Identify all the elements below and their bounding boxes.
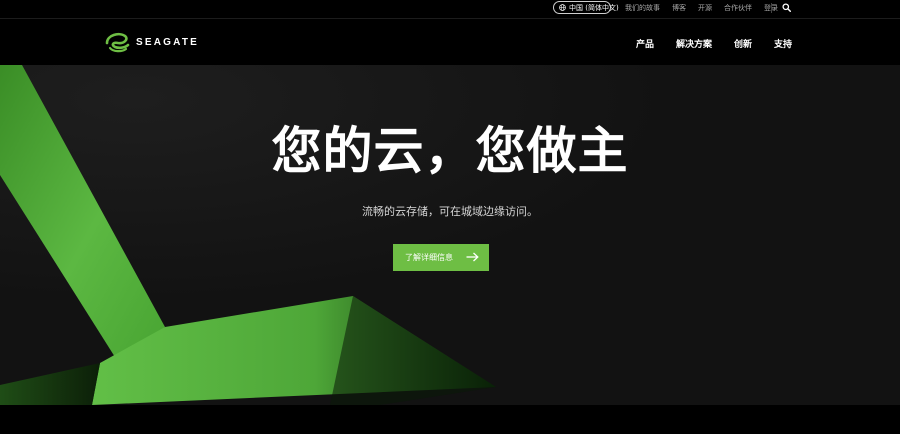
region-label: 中国 (简体中文) <box>569 3 619 12</box>
utility-divider <box>771 3 772 13</box>
footer-strip <box>0 405 900 434</box>
learn-more-label: 了解详细信息 <box>405 253 453 262</box>
util-link-partners[interactable]: 合作伙伴 <box>724 3 752 13</box>
region-selector[interactable]: 中国 (简体中文) <box>553 1 619 14</box>
arrow-right-icon <box>466 252 479 262</box>
globe-icon <box>559 4 566 11</box>
hero-subtitle: 流畅的云存储，可在城域边缘访问。 <box>362 205 538 218</box>
hero-graphic-arrow <box>0 65 900 405</box>
util-link-blog[interactable]: 博客 <box>672 3 686 13</box>
logo-wordmark: SEAGATE <box>136 36 199 48</box>
utility-links: 我们的故事 博客 开源 合作伙伴 登录 <box>625 0 790 15</box>
learn-more-button[interactable]: 了解详细信息 <box>393 244 489 271</box>
nav-item-solutions[interactable]: 解决方案 <box>676 37 712 50</box>
seagate-logo-icon <box>105 32 130 53</box>
search-icon[interactable] <box>782 3 791 12</box>
util-link-open-source[interactable]: 开源 <box>698 3 712 13</box>
util-link-our-story[interactable]: 我们的故事 <box>625 3 660 13</box>
seagate-logo[interactable]: SEAGATE <box>104 30 199 54</box>
hero-section: 您的云，您做主 流畅的云存储，可在城域边缘访问。 了解详细信息 <box>0 65 900 405</box>
nav-item-innovation[interactable]: 创新 <box>734 37 752 50</box>
nav-item-products[interactable]: 产品 <box>636 37 654 50</box>
utility-bar: 中国 (简体中文) 我们的故事 博客 开源 合作伙伴 登录 <box>0 0 900 19</box>
nav-item-support[interactable]: 支持 <box>774 37 792 50</box>
main-navigation: SEAGATE 产品 解决方案 创新 支持 <box>0 19 900 65</box>
nav-items: 产品 解决方案 创新 支持 <box>614 37 792 50</box>
hero-title: 您的云，您做主 <box>271 121 629 180</box>
